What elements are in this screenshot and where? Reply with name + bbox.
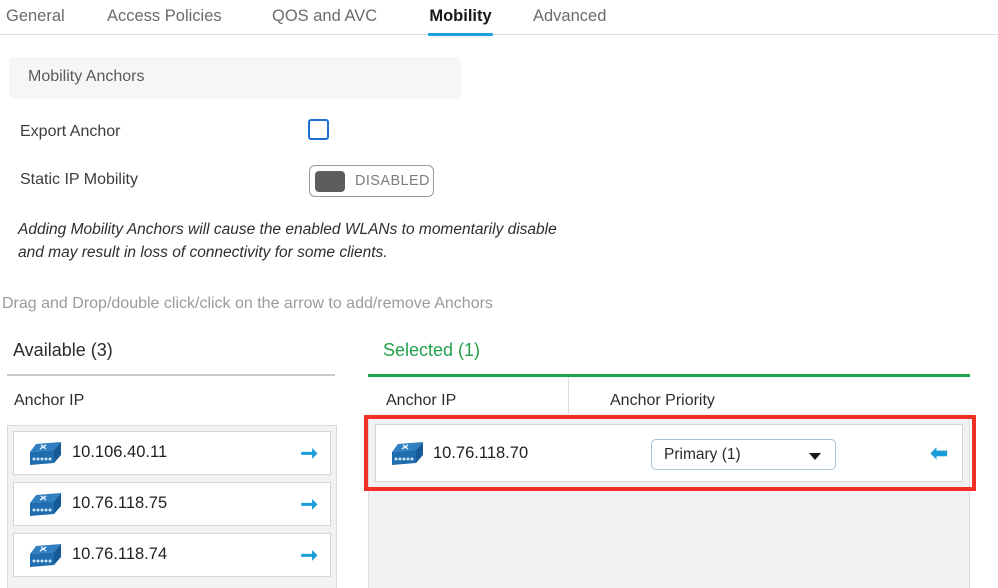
tab-mobility[interactable]: Mobility bbox=[428, 0, 493, 36]
arrow-right-icon[interactable]: ➞ bbox=[300, 494, 318, 515]
switch-icon bbox=[28, 491, 64, 519]
static-ip-mobility-toggle[interactable]: DISABLED bbox=[309, 165, 434, 197]
selected-section-title: Selected (1) bbox=[383, 340, 481, 360]
switch-icon bbox=[390, 440, 426, 468]
list-item-label: 10.106.40.11 bbox=[72, 443, 168, 461]
mobility-anchors-notice: Adding Mobility Anchors will cause the e… bbox=[18, 221, 557, 261]
list-item[interactable]: 10.76.118.74 ➞ bbox=[13, 533, 331, 577]
export-anchor-label: Export Anchor bbox=[20, 123, 121, 140]
selected-section-rule bbox=[368, 374, 970, 377]
tab-mobility-label: Mobility bbox=[429, 7, 492, 25]
tab-qos-and-avc-label: QOS and AVC bbox=[272, 7, 378, 25]
tab-bar: General Access Policies QOS and AVC Mobi… bbox=[0, 0, 998, 36]
mobility-anchors-panel-header: Mobility Anchors bbox=[9, 57, 461, 99]
tab-advanced[interactable]: Advanced bbox=[533, 0, 617, 35]
selected-column-header-anchor-ip: Anchor IP bbox=[386, 392, 457, 409]
arrow-right-icon[interactable]: ➞ bbox=[300, 545, 318, 566]
tab-access-policies-label: Access Policies bbox=[107, 7, 222, 25]
tab-general[interactable]: General bbox=[6, 0, 66, 35]
export-anchor-checkbox[interactable] bbox=[308, 119, 329, 140]
available-section-title: Available (3) bbox=[13, 340, 113, 360]
page-title: Mobility Anchors bbox=[28, 68, 145, 85]
selected-column-divider bbox=[568, 377, 569, 417]
list-item[interactable]: 10.76.118.75 ➞ bbox=[13, 482, 331, 526]
selected-column-header-anchor-priority: Anchor Priority bbox=[610, 392, 715, 409]
drag-drop-hint: Drag and Drop/double click/click on the … bbox=[2, 295, 493, 312]
tab-advanced-label: Advanced bbox=[533, 7, 607, 25]
arrow-left-icon[interactable]: ⬅ bbox=[930, 443, 948, 464]
list-item-label: 10.76.118.74 bbox=[72, 545, 168, 563]
list-item[interactable]: 10.106.40.11 ➞ bbox=[13, 431, 331, 475]
switch-icon bbox=[28, 440, 64, 468]
table-row[interactable]: 10.76.118.70 Primary (1) ⬅ bbox=[375, 424, 963, 482]
list-item-label: 10.76.118.75 bbox=[72, 494, 168, 512]
anchor-priority-select[interactable]: Primary (1) bbox=[651, 439, 836, 470]
available-section-rule bbox=[7, 374, 335, 376]
arrow-right-icon[interactable]: ➞ bbox=[300, 443, 318, 464]
switch-icon bbox=[28, 542, 64, 570]
toggle-state-label: DISABLED bbox=[355, 173, 430, 189]
static-ip-mobility-label: Static IP Mobility bbox=[20, 171, 138, 188]
tab-qos-and-avc[interactable]: QOS and AVC bbox=[272, 0, 390, 35]
available-column-header-anchor-ip: Anchor IP bbox=[14, 392, 85, 409]
toggle-knob bbox=[315, 171, 345, 192]
tab-access-policies[interactable]: Access Policies bbox=[107, 0, 233, 35]
table-cell-anchor-ip: 10.76.118.70 bbox=[433, 444, 529, 462]
tab-general-label: General bbox=[6, 7, 65, 25]
chevron-down-icon bbox=[809, 453, 821, 460]
anchor-priority-value: Primary (1) bbox=[664, 446, 741, 463]
available-anchors-list: 10.106.40.11 ➞ 10.76.118.75 ➞ 10.76.118.… bbox=[7, 425, 337, 588]
